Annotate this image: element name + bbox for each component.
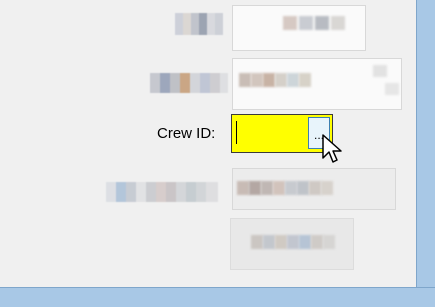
blurred-label-2 [150, 73, 228, 93]
blurred-label-4 [106, 182, 218, 202]
crew-id-label: Crew ID: [157, 125, 216, 142]
blurred-button[interactable] [230, 218, 354, 270]
window-frame-right [416, 0, 435, 306]
blurred-field-4[interactable] [232, 168, 396, 210]
arrow-pointer-icon [322, 134, 342, 163]
blurred-field-1[interactable] [232, 5, 366, 51]
blurred-label-1 [175, 13, 227, 35]
blurred-field-2[interactable] [232, 58, 402, 110]
text-caret [236, 121, 237, 144]
window-frame-bottom [0, 287, 435, 307]
